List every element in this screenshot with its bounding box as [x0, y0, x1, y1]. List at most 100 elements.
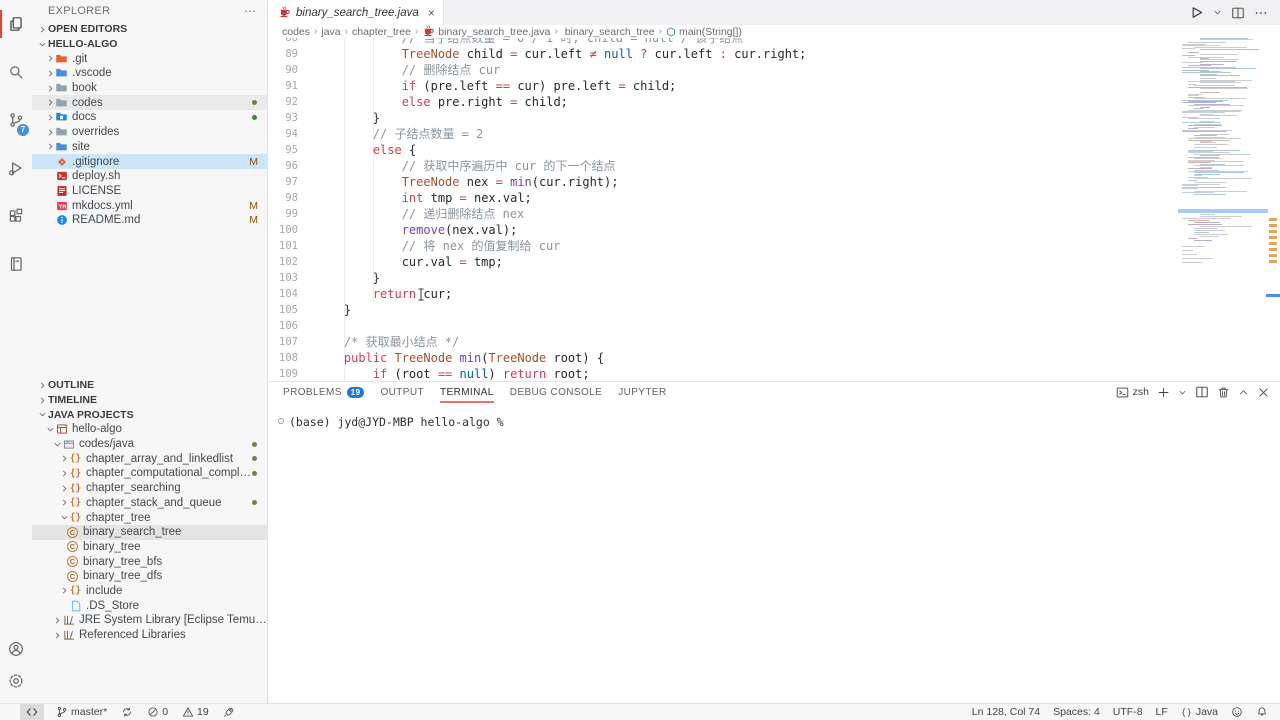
activity-item-explorer[interactable] — [0, 0, 32, 48]
code-line-89[interactable]: 89 TreeNode child = cur.left ≠ null ? cu… — [269, 46, 1178, 62]
status-notifications[interactable] — [1256, 706, 1268, 718]
code-line-107[interactable]: 107 /* 获取最小结点 */ — [269, 334, 1178, 350]
tree-item-binary_tree_dfs[interactable]: Cbinary_tree_dfs — [32, 569, 267, 584]
tree-item-overrides[interactable]: overrides — [32, 125, 267, 140]
tree-item-.DS_Store[interactable]: .DS_Store — [32, 598, 267, 613]
breadcrumb-item[interactable]: main(String[]) — [666, 26, 742, 38]
tree-item-chapter_computational_complexity[interactable]: {}chapter_computational_complexity — [32, 466, 267, 481]
run-button[interactable] — [1189, 5, 1204, 20]
code-line-96[interactable]: 96 // 获取中序遍历中 cur 的下一个结点 — [269, 158, 1178, 174]
tree-item-README.md[interactable]: README.mdM — [32, 213, 267, 228]
tree-item-ReferencedLibraries[interactable]: Referenced Libraries — [32, 628, 267, 643]
section-header-hello-algo[interactable]: HELLO-ALGO — [32, 37, 267, 52]
code-line-105[interactable]: 105 } — [269, 302, 1178, 318]
close-panel-button[interactable] — [1257, 386, 1270, 399]
new-terminal-button[interactable] — [1157, 386, 1170, 399]
tree-item-binary_tree_bfs[interactable]: Cbinary_tree_bfs — [32, 554, 267, 569]
status-encoding[interactable]: UTF-8 — [1113, 706, 1143, 718]
tree-item-include[interactable]: {}include — [32, 584, 267, 599]
code-line-99[interactable]: 99 // 递归删除结点 nex — [269, 206, 1178, 222]
tree-item-.git[interactable]: .git — [32, 51, 267, 66]
more-actions-button[interactable] — [1254, 6, 1268, 20]
breadcrumb-item[interactable]: binary_search_tree — [562, 26, 655, 38]
code-line-90[interactable]: 90 // 删除结点 cur — [269, 62, 1178, 78]
tree-item-book[interactable]: book — [32, 81, 267, 96]
breadcrumb-item[interactable]: java — [321, 26, 340, 38]
tree-item-mkdocs.yml[interactable]: mkdocs.ymlM — [32, 198, 267, 213]
status-warnings[interactable]: 19 — [180, 704, 211, 720]
status-feedback[interactable] — [1231, 706, 1243, 718]
panel-tab-jupyter[interactable]: JUPYTER — [618, 382, 666, 403]
split-terminal-button[interactable] — [1195, 385, 1209, 399]
panel-tab-terminal[interactable]: TERMINAL — [440, 382, 494, 403]
terminal-shell-selector[interactable]: zsh — [1116, 386, 1149, 399]
activity-item-notebook[interactable] — [0, 240, 32, 288]
panel-tab-debug-console[interactable]: DEBUG CONSOLE — [510, 382, 602, 403]
tab-close-icon[interactable]: × — [428, 6, 435, 20]
code-line-95[interactable]: 95 else { — [269, 142, 1178, 158]
tree-item-chapter_searching[interactable]: {}chapter_searching — [32, 481, 267, 496]
activity-item-source-control[interactable]: 7 — [0, 96, 32, 144]
code-line-91[interactable]: 91 if (pre.left == cur) pre.left = child… — [269, 78, 1178, 94]
minimap[interactable] — [1178, 38, 1266, 381]
views-more-actions-icon[interactable]: ⋯ — [244, 4, 257, 18]
status-java-status[interactable] — [221, 704, 237, 720]
activity-item-settings[interactable] — [0, 665, 32, 697]
tree-item-binary_search_tree[interactable]: Cbinary_search_tree — [32, 525, 267, 540]
panel-tab-problems[interactable]: PROBLEMS19 — [283, 382, 364, 403]
status-language-mode[interactable]: Java — [1181, 706, 1218, 718]
status-eol[interactable]: LF — [1156, 706, 1168, 718]
tree-item-JRESystemLibraryEclipseTemurin1717...[interactable]: JRE System Library [Eclipse Temurin 17 [… — [32, 613, 267, 628]
code-line-109[interactable]: 109 if (root == null) return root; — [269, 366, 1178, 381]
run-dropdown-button[interactable] — [1213, 8, 1222, 17]
tree-item-LICENSE[interactable]: LICENSE — [32, 184, 267, 199]
tree-item-.vscode[interactable]: .vscode — [32, 66, 267, 81]
code-line-93[interactable]: 93 } — [269, 110, 1178, 126]
tab-binary-search-tree[interactable]: binary_search_tree.java × — [269, 0, 444, 25]
code-line-108[interactable]: 108 public TreeNode min(TreeNode root) { — [269, 350, 1178, 366]
code-line-101[interactable]: 101 // 将 nex 的值复制给 cur — [269, 238, 1178, 254]
tree-item-docs[interactable]: docs — [32, 110, 267, 125]
code-line-104[interactable]: 104 return cur; — [269, 286, 1178, 302]
panel-tab-output[interactable]: OUTPUT — [380, 382, 424, 403]
activity-item-run-debug[interactable] — [0, 144, 32, 192]
status-branch[interactable]: master* — [54, 704, 109, 720]
terminal[interactable]: (base) jyd@JYD-MBP hello-algo % — [269, 403, 1280, 429]
tree-item-binary_tree[interactable]: Cbinary_tree — [32, 540, 267, 555]
status-errors[interactable]: 0 — [145, 704, 170, 720]
kill-terminal-button[interactable] — [1217, 386, 1230, 399]
tree-item-codes[interactable]: codes — [32, 95, 267, 110]
activity-item-extensions[interactable] — [0, 192, 32, 240]
terminal-dropdown-button[interactable] — [1178, 388, 1187, 397]
maximize-panel-button[interactable] — [1238, 387, 1249, 398]
status-remote[interactable] — [20, 704, 44, 720]
code-line-98[interactable]: 98 int tmp = nex.val; — [269, 190, 1178, 206]
code-line-88[interactable]: 88 // 当子结点数量 = 0 / 1 时, child = null / 该… — [269, 38, 1178, 46]
tree-item-site[interactable]: site — [32, 140, 267, 155]
breadcrumb-item[interactable]: binary_search_tree.java — [422, 25, 550, 38]
section-header-outline[interactable]: OUTLINE — [32, 378, 267, 393]
code-line-106[interactable]: 106 — [269, 318, 1178, 334]
tree-item-hello-algo[interactable]: hello-algo — [32, 422, 267, 437]
code-line-102[interactable]: 102 cur.val = tmp; — [269, 254, 1178, 270]
status-cursor-position[interactable]: Ln 128, Col 74 — [972, 706, 1040, 718]
tree-item-deploy.sh[interactable]: deploy.sh — [32, 169, 267, 184]
tree-item-codesjava[interactable]: codes/java — [32, 437, 267, 452]
split-editor-button[interactable] — [1231, 6, 1245, 20]
tree-item-.gitignore[interactable]: .gitignoreM — [32, 154, 267, 169]
code-line-94[interactable]: 94 // 子结点数量 = 2 — [269, 126, 1178, 142]
code-editor[interactable]: 88 // 当子结点数量 = 0 / 1 时, child = null / 该… — [269, 38, 1280, 381]
status-indentation[interactable]: Spaces: 4 — [1053, 706, 1100, 718]
code-line-92[interactable]: 92 else pre.right = child; — [269, 94, 1178, 110]
tree-item-chapter_array_and_linkedlist[interactable]: {}chapter_array_and_linkedlist — [32, 451, 267, 466]
code-line-97[interactable]: 97 TreeNode nex = min(cur.right); — [269, 174, 1178, 190]
breadcrumb-item[interactable]: chapter_tree — [352, 26, 411, 38]
code-line-100[interactable]: 100 remove(nex.val); — [269, 222, 1178, 238]
activity-item-account[interactable] — [0, 633, 32, 665]
status-sync[interactable] — [119, 704, 135, 720]
activity-item-search[interactable] — [0, 48, 32, 96]
tree-item-chapter_tree[interactable]: {}chapter_tree — [32, 510, 267, 525]
section-header-open-editors[interactable]: OPEN EDITORS — [32, 22, 267, 37]
section-header-timeline[interactable]: TIMELINE — [32, 393, 267, 408]
tree-item-chapter_stack_and_queue[interactable]: {}chapter_stack_and_queue — [32, 496, 267, 511]
